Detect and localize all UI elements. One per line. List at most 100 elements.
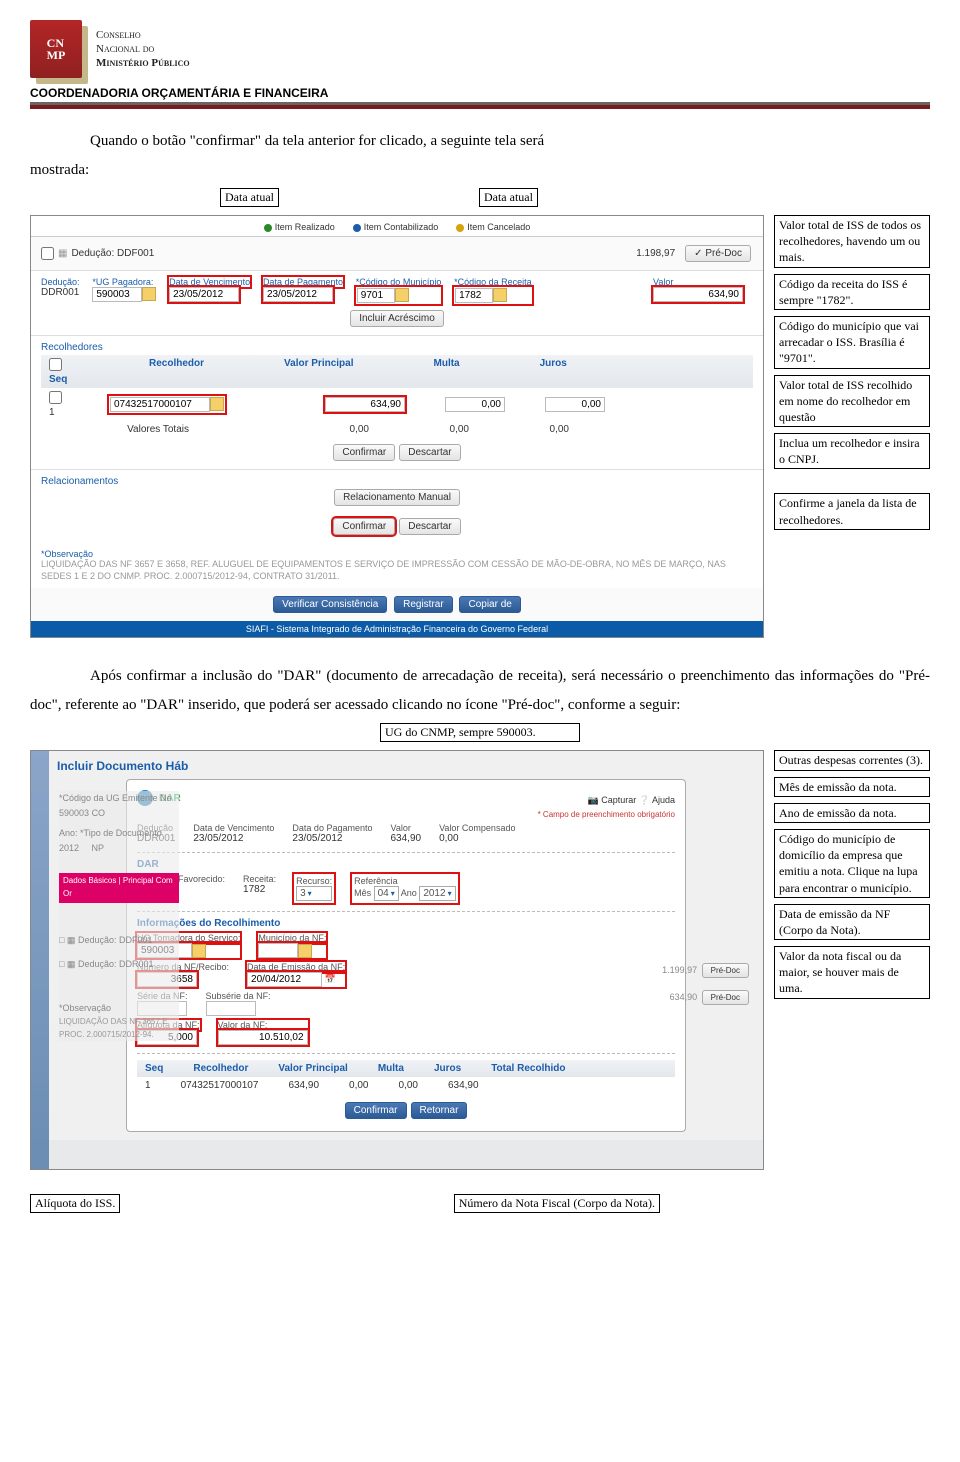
org-name: Conselho Nacional do Ministério Público — [96, 28, 190, 71]
search-icon[interactable] — [298, 944, 312, 958]
r2-multa: 0,00 — [349, 1080, 368, 1091]
bg-ded1-tot: 1.199,97 — [662, 965, 697, 975]
vt-multa: 0,00 — [409, 424, 469, 435]
l-datapag2: Data do Pagamento — [292, 823, 372, 833]
v-valor2: 634,90 — [390, 833, 421, 844]
incluir-doc-title: Incluir Documento Háb — [57, 759, 755, 773]
search-icon[interactable] — [493, 288, 507, 302]
t2-tot: Total Recolhido — [491, 1063, 565, 1074]
registrar-button[interactable]: Registrar — [394, 596, 453, 613]
hdr-rec: Recolhedor — [149, 358, 204, 385]
select-recurso[interactable]: 3▾ — [296, 886, 332, 901]
t2-seq: Seq — [145, 1063, 163, 1074]
search-icon[interactable] — [210, 397, 224, 411]
label-deducao: Dedução: — [41, 277, 80, 287]
label-codrec: *Código da Receita — [454, 277, 532, 287]
copiar-button[interactable]: Copiar de — [459, 596, 520, 613]
relacionamentos-title: Relacionamentos — [41, 476, 753, 487]
hdr-vp: Valor Principal — [284, 358, 353, 385]
l-valorcomp: Valor Compensado — [439, 823, 515, 833]
r2-rec: 07432517000107 — [181, 1080, 259, 1091]
annot-outras-despesas: Outras despesas correntes (3). — [774, 750, 930, 770]
v-valorcomp: 0,00 — [439, 833, 515, 844]
select-mes[interactable]: 04▾ — [374, 886, 399, 901]
info-rec-title: Informações do Recolhimento — [137, 918, 675, 929]
annot-codigo-mun-nf: Código do município de domicílio da empr… — [774, 829, 930, 898]
input-row-juros[interactable] — [545, 397, 605, 412]
ded-label: Dedução: DDF001 — [71, 248, 154, 259]
screenshot-2: Incluir Documento Háb DAR 📷 Capturar ❔ A… — [30, 750, 764, 1170]
bg-predoc-btn[interactable]: Pré-Doc — [702, 963, 749, 978]
input-subserie[interactable] — [206, 1001, 256, 1016]
input-codrec[interactable] — [455, 288, 493, 303]
r2-juros: 0,00 — [399, 1080, 418, 1091]
input-valnf[interactable] — [218, 1030, 308, 1045]
t2-multa: Multa — [378, 1063, 404, 1074]
input-row-vp[interactable] — [325, 397, 405, 412]
l-valnf: Valor da NF: — [218, 1020, 308, 1030]
vt-juros: 0,00 — [509, 424, 569, 435]
input-datapag[interactable] — [263, 287, 333, 302]
screenshot-1: Item Realizado Item Contabilizado Item C… — [30, 215, 764, 638]
input-dataem[interactable] — [247, 972, 322, 987]
tbl-row-check[interactable] — [49, 391, 62, 404]
tbl-check-all[interactable] — [49, 358, 62, 371]
dar-section-title: DAR — [137, 859, 675, 870]
ded-checkbox[interactable] — [41, 247, 54, 260]
value-ddr: DDR001 — [41, 287, 80, 298]
confirmar-recolhedores-button[interactable]: Confirmar — [333, 444, 395, 461]
input-datavenc[interactable] — [169, 287, 239, 302]
intro-text: Quando o botão "confirmar" da tela anter… — [90, 133, 544, 149]
l-recurso: Recurso: — [296, 876, 332, 886]
annot-numero-nf: Número da Nota Fiscal (Corpo da Nota). — [454, 1194, 660, 1213]
bg-no: No — [160, 793, 172, 803]
l-dataem: Data de Emissão da NF: — [247, 962, 345, 972]
input-ug[interactable] — [92, 287, 142, 302]
obs-text: LIQUIDAÇÃO DAS NF 3657 E 3658, REF. ALUG… — [41, 559, 753, 582]
predoc-button[interactable]: ✓ Pré-Doc — [685, 245, 751, 262]
incluir-acrescimo-button[interactable]: Incluir Acréscimo — [350, 310, 444, 327]
input-codmun[interactable] — [357, 288, 395, 303]
bg-predoc-btn2[interactable]: Pré-Doc — [702, 990, 749, 1005]
l-munnf: Município da NF: — [258, 933, 326, 943]
bg-tabs[interactable]: Dados Básicos | Principal Com Or — [59, 873, 179, 903]
annot-ug-cnmp: UG do CNMP, sempre 590003. — [380, 723, 580, 742]
input-valor[interactable] — [653, 287, 743, 302]
annot-inclua-recolhedor: Inclua um recolhedor e insira o CNPJ. — [774, 433, 930, 469]
intro-paragraph: Quando o botão "confirmar" da tela anter… — [30, 127, 930, 184]
label-obs: *Observação — [41, 549, 753, 559]
search-icon[interactable] — [192, 944, 206, 958]
l-receita: Receita: — [243, 874, 276, 884]
relacionamento-manual-button[interactable]: Relacionamento Manual — [334, 489, 460, 506]
bg-co: CO — [92, 808, 106, 818]
annot-data-atual-2: Data atual — [479, 188, 538, 207]
cnmp-logo: CN MP — [30, 20, 82, 78]
annot-data-atual-1: Data atual — [220, 188, 279, 207]
input-cnpj[interactable] — [110, 397, 210, 412]
header-divider — [30, 105, 930, 109]
retornar-modal-button[interactable]: Retornar — [411, 1102, 468, 1119]
hdr-multa: Multa — [434, 358, 460, 385]
bg-tipo-l: *Tipo de Documento — [80, 828, 162, 838]
v-datapag2: 23/05/2012 — [292, 833, 372, 844]
select-ano[interactable]: 2012▾ — [419, 886, 455, 901]
ajuda-link[interactable]: ❔ Ajuda — [639, 795, 675, 805]
bg-obs-v: LIQUIDAÇÃO DAS NF 3657 E PROC. 2.000715/… — [59, 1016, 179, 1042]
descartar-recolhedores-button[interactable]: Descartar — [399, 444, 460, 461]
bg-ano-l: Ano: — [59, 828, 78, 838]
input-row-multa[interactable] — [445, 397, 505, 412]
siafi-footer: SIAFI - Sistema Integrado de Administraç… — [31, 621, 763, 637]
annot-ano-emissao: Ano de emissão da nota. — [774, 803, 930, 823]
verificar-button[interactable]: Verificar Consistência — [273, 596, 387, 613]
confirmar-rel-button[interactable]: Confirmar — [333, 518, 395, 535]
confirmar-modal-button[interactable]: Confirmar — [345, 1102, 407, 1119]
bg-codug-v: 590003 — [59, 808, 89, 818]
capturar-link[interactable]: 📷 Capturar — [588, 795, 637, 805]
descartar-rel-button[interactable]: Descartar — [399, 518, 460, 535]
search-icon[interactable] — [142, 287, 156, 301]
org-line1: Conselho — [96, 28, 190, 42]
annot-valor-recolhedor: Valor total de ISS recolhido em nome do … — [774, 375, 930, 428]
l-ano: Ano — [401, 888, 417, 898]
search-icon[interactable] — [395, 288, 409, 302]
input-munnf[interactable] — [258, 943, 298, 958]
